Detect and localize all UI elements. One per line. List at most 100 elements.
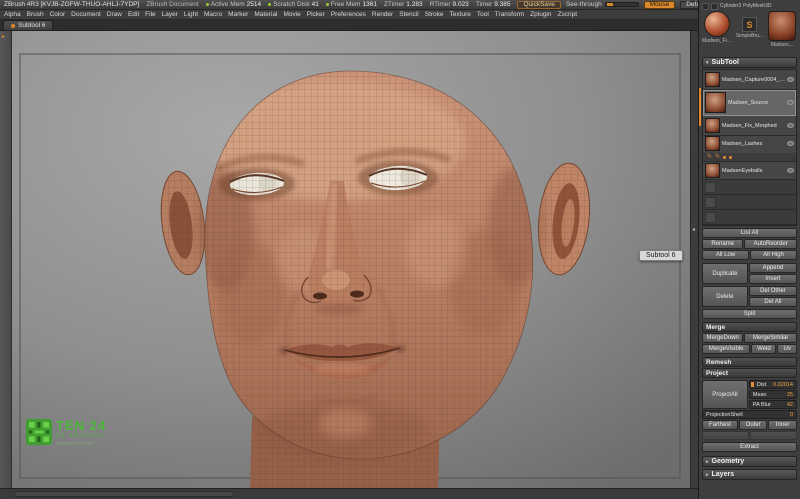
visibility-eye-icon[interactable] <box>787 77 794 82</box>
duplicate-button[interactable]: Duplicate <box>702 263 748 284</box>
insert-button[interactable]: Insert <box>749 274 797 284</box>
menu-item-file[interactable]: File <box>145 11 155 18</box>
collapse-arrow-icon[interactable]: ◂ <box>692 227 695 233</box>
panel-divider[interactable]: ◂ <box>690 31 698 488</box>
menu-item-edit[interactable]: Edit <box>128 11 139 18</box>
del-other-button[interactable]: Del Other <box>749 286 797 296</box>
subtool-empty-slot[interactable] <box>703 210 796 225</box>
menu-item-stencil[interactable]: Stencil <box>399 11 419 18</box>
split-button[interactable]: Split <box>702 309 797 319</box>
projection-shell-slider[interactable]: ProjectionShell 0 <box>702 410 797 419</box>
subtool-item[interactable]: Madsen_Capture0004_Neutral_05 <box>703 70 796 90</box>
menu-item-alpha[interactable]: Alpha <box>4 11 21 18</box>
tray-arrow-icon[interactable]: ▸ <box>2 34 5 40</box>
menu-item-color[interactable]: Color <box>50 11 66 18</box>
palette-scroll-indicator[interactable] <box>699 88 701 126</box>
dist-slider[interactable]: Dist 0.02014 <box>749 380 797 389</box>
layers-section-header[interactable]: ▸ Layers <box>702 469 797 480</box>
menu-item-render[interactable]: Render <box>372 11 393 18</box>
visibility-eye-icon[interactable] <box>787 100 794 105</box>
recent-tool-thumb[interactable] <box>702 3 709 10</box>
delete-button[interactable]: Delete <box>702 286 748 307</box>
status-dot-icon <box>268 3 271 6</box>
menu-item-draw[interactable]: Draw <box>107 11 122 18</box>
orange-dot-icon <box>723 156 726 159</box>
project-section-header[interactable]: Project <box>702 368 797 378</box>
subtool-item-selected[interactable]: Madsen_Source <box>703 90 796 116</box>
visibility-eye-icon[interactable] <box>787 141 794 146</box>
canvas-row: ▸ <box>0 31 698 488</box>
polypaint-pen-icon[interactable]: ✎ <box>707 154 712 160</box>
menu-item-picker[interactable]: Picker <box>307 11 325 18</box>
subtool-section-header[interactable]: ▾ SubTool <box>702 57 797 68</box>
chevron-down-icon: ▾ <box>706 60 709 66</box>
material-sphere-thumb[interactable] <box>704 11 730 37</box>
merge-down-button[interactable]: MergeDown <box>702 333 743 343</box>
weld-button[interactable]: Weld <box>751 344 776 354</box>
scrollbar-handle[interactable] <box>14 491 234 497</box>
merge-section-header[interactable]: Merge <box>702 322 797 332</box>
default-zscript-button[interactable]: DefaultZScript <box>680 1 698 9</box>
subtool-item-row[interactable]: Madsen_Lashes <box>703 136 796 151</box>
subtool-item[interactable]: Madsen_Fix_Morphed <box>703 116 796 136</box>
remesh-section-header[interactable]: Remesh <box>702 357 797 367</box>
list-all-button[interactable]: List All <box>702 228 797 238</box>
menu-item-document[interactable]: Document <box>71 11 101 18</box>
inner-button[interactable]: Inner <box>768 420 797 430</box>
slider-label: Dist <box>757 382 766 388</box>
append-button[interactable]: Append <box>749 263 797 273</box>
menu-item-layer[interactable]: Layer <box>162 11 178 18</box>
visibility-eye-icon[interactable] <box>787 123 794 128</box>
menu-item-stroke[interactable]: Stroke <box>425 11 444 18</box>
menu-item-brush[interactable]: Brush <box>27 11 44 18</box>
mean-slider[interactable]: Mean 25 <box>749 390 797 399</box>
slider-handle[interactable] <box>607 3 613 6</box>
outer-button[interactable]: Outer <box>739 420 768 430</box>
pa-blur-slider[interactable]: PA Blur 42 <box>749 400 797 409</box>
mouse-button[interactable]: Mouse <box>644 1 676 9</box>
menu-item-transform[interactable]: Transform <box>495 11 524 18</box>
tool-head-thumb[interactable] <box>768 11 796 41</box>
current-tool-slot[interactable]: Madsen... <box>767 11 797 48</box>
brush-thumb[interactable]: S <box>742 17 757 32</box>
see-through-slider[interactable] <box>605 2 639 7</box>
visibility-eye-icon[interactable] <box>787 168 794 173</box>
menu-item-texture[interactable]: Texture <box>450 11 471 18</box>
document-viewport[interactable]: TEN 24 3D ARCHIVE www.ten24.info Subtool… <box>12 31 690 488</box>
extract-button[interactable]: Extract <box>702 442 797 452</box>
subtool-item[interactable]: MadsenEyeballs <box>703 162 796 180</box>
subtool-item[interactable]: Madsen_Lashes ✎ ✎ <box>703 136 796 162</box>
left-tray[interactable]: ▸ <box>0 31 12 488</box>
menu-item-marker[interactable]: Marker <box>228 11 248 18</box>
menu-item-tool[interactable]: Tool <box>477 11 489 18</box>
quicksave-button[interactable]: QuickSave <box>517 1 560 9</box>
uv-button[interactable]: Uv <box>777 344 797 354</box>
stat-label: RTimer <box>430 1 451 8</box>
menu-item-macro[interactable]: Macro <box>204 11 222 18</box>
current-material-slot[interactable]: Madsen_Fix_Mor... <box>702 11 732 44</box>
farthest-button[interactable]: Farthest <box>702 420 738 430</box>
tab-subtool-6[interactable]: Subtool 6 <box>3 20 53 30</box>
menu-item-zplugin[interactable]: Zplugin <box>530 11 551 18</box>
head-model-3d[interactable] <box>12 31 690 488</box>
merge-similar-button[interactable]: MergeSimilar <box>744 333 797 343</box>
del-all-button[interactable]: Del All <box>749 297 797 307</box>
menu-item-zscript[interactable]: Zscript <box>558 11 578 18</box>
polypaint-p2en-icon[interactable]: ✎ <box>715 154 720 160</box>
all-high-button[interactable]: All High <box>750 250 797 260</box>
menu-item-light[interactable]: Light <box>184 11 198 18</box>
menu-item-movie[interactable]: Movie <box>283 11 300 18</box>
geometry-section-header[interactable]: ▸ Geometry <box>702 456 797 467</box>
all-low-button[interactable]: All Low <box>702 250 749 260</box>
autoreorder-button[interactable]: AutoReorder <box>744 239 797 249</box>
horizontal-scrollbar[interactable] <box>0 488 698 499</box>
menu-item-material[interactable]: Material <box>254 11 277 18</box>
menu-item-preferences[interactable]: Preferences <box>331 11 366 18</box>
current-brush-slot[interactable]: S SimpleBru... <box>734 11 764 39</box>
subtool-empty-slot[interactable] <box>703 195 796 210</box>
project-all-button[interactable]: ProjectAll <box>702 380 748 409</box>
merge-visible-button[interactable]: MergeVisible <box>702 344 750 354</box>
rename-button[interactable]: Rename <box>702 239 743 249</box>
recent-tool-thumb[interactable] <box>711 3 718 10</box>
subtool-empty-slot[interactable] <box>703 180 796 195</box>
